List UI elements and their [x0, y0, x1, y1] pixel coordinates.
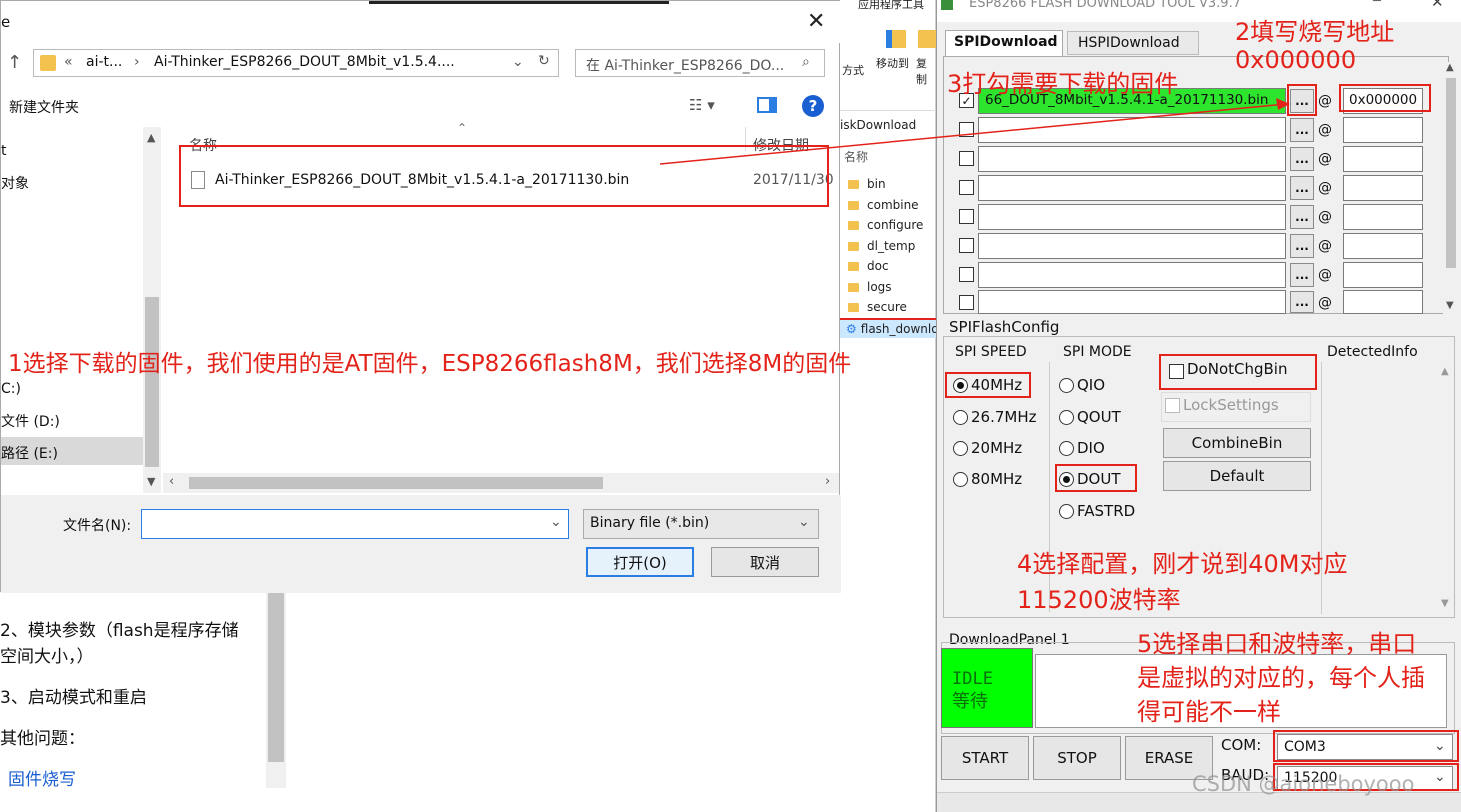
annotation-step1: 1选择下载的固件，我们使用的是AT固件，ESP8266flash8M，我们选择8… — [8, 351, 852, 377]
watermark: CSDN @aioneboyooo — [1192, 772, 1415, 796]
annotation-arrow — [659, 98, 1290, 165]
